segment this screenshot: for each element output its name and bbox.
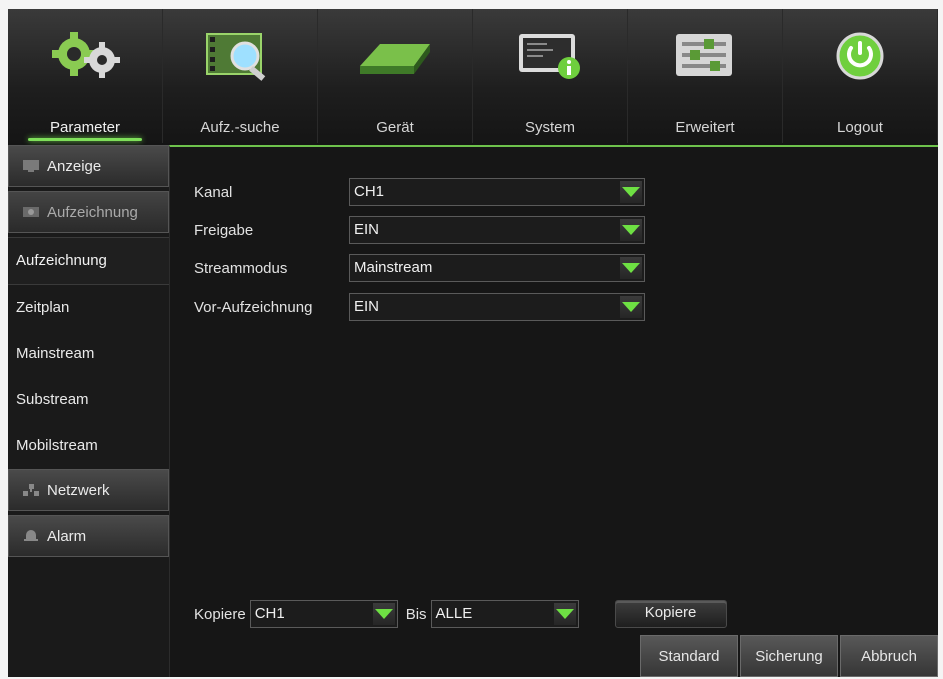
freigabe-row: Freigabe EIN <box>194 215 645 245</box>
sidebar-section-label: Anzeige <box>47 157 102 175</box>
content-panel: Kanal CH1 Freigabe EIN Streammodus Mains… <box>169 145 938 677</box>
standard-button[interactable]: Standard <box>640 635 738 677</box>
tab-label: Parameter <box>49 119 121 136</box>
sidebar-section-netzwerk[interactable]: Netzwerk <box>8 469 169 511</box>
chevron-down-icon[interactable] <box>372 603 395 625</box>
copy-row: Kopiere CH1 Bis ALLE Kopiere <box>194 599 727 629</box>
streammodus-row: Streammodus Mainstream <box>194 253 645 283</box>
chevron-down-icon[interactable] <box>620 219 642 241</box>
tab-erweitert[interactable]: Erweitert <box>628 9 783 143</box>
sidebar-item-substream[interactable]: Substream <box>8 377 169 423</box>
streammodus-select[interactable]: Mainstream <box>349 254 645 282</box>
chevron-down-icon[interactable] <box>620 181 642 203</box>
kanal-value: CH1 <box>354 183 385 200</box>
tab-label: System <box>524 119 575 136</box>
tab-geraet[interactable]: Gerät <box>318 9 473 143</box>
sidebar-section-label: Aufzeichnung <box>47 203 138 221</box>
vor-aufzeichnung-value: EIN <box>354 298 380 315</box>
streammodus-value: Mainstream <box>354 259 433 276</box>
copy-label: Kopiere <box>194 605 246 623</box>
vor-aufzeichnung-label: Vor-Aufzeichnung <box>194 298 313 316</box>
freigabe-select[interactable]: EIN <box>349 216 645 244</box>
kanal-label: Kanal <box>194 183 233 201</box>
vor-aufzeichnung-row: Vor-Aufzeichnung EIN <box>194 292 645 322</box>
sidebar-item-mobilstream[interactable]: Mobilstream <box>8 423 169 469</box>
monitor-icon <box>23 160 39 172</box>
copy-to-value: ALLE <box>435 605 473 622</box>
sidebar: Anzeige Aufzeichnung Aufzeichnung Zeitpl… <box>8 145 169 677</box>
power-icon <box>821 21 899 91</box>
hard-drive-icon <box>356 21 434 91</box>
tab-label: Logout <box>837 119 883 136</box>
abbruch-button[interactable]: Abbruch <box>840 635 938 677</box>
tab-parameter[interactable]: Parameter <box>8 9 163 143</box>
chevron-down-icon[interactable] <box>620 296 642 318</box>
copy-from-select[interactable]: CH1 <box>249 600 398 628</box>
tab-label: Aufz.-suche <box>200 119 280 136</box>
sidebar-item-mainstream[interactable]: Mainstream <box>8 331 169 377</box>
sidebar-section-anzeige[interactable]: Anzeige <box>8 145 169 187</box>
sidebar-section-alarm[interactable]: Alarm <box>8 515 169 557</box>
network-icon <box>23 484 39 496</box>
sidebar-section-label: Netzwerk <box>47 481 110 499</box>
copy-to-label: Bis <box>405 605 427 623</box>
chevron-down-icon[interactable] <box>553 603 576 625</box>
tab-logout[interactable]: Logout <box>783 9 938 143</box>
record-icon <box>23 207 39 217</box>
freigabe-value: EIN <box>354 221 380 238</box>
sidebar-item-aufzeichnung[interactable]: Aufzeichnung <box>8 237 169 285</box>
dvr-screen: Parameter Aufz.-suche Gerät System Erwei… <box>8 9 938 677</box>
freigabe-label: Freigabe <box>194 221 254 239</box>
copy-from-value: CH1 <box>254 605 285 622</box>
sidebar-item-zeitplan[interactable]: Zeitplan <box>8 285 169 331</box>
bell-icon <box>24 530 38 541</box>
chevron-down-icon[interactable] <box>620 257 642 279</box>
tab-aufz-suche[interactable]: Aufz.-suche <box>163 9 318 143</box>
sliders-icon <box>666 21 744 91</box>
sidebar-section-aufzeichnung[interactable]: Aufzeichnung <box>8 191 169 233</box>
copy-button[interactable]: Kopiere <box>614 600 727 628</box>
sicherung-button[interactable]: Sicherung <box>740 635 838 677</box>
bottom-buttons: Standard Sicherung Abbruch <box>638 635 938 677</box>
kanal-select[interactable]: CH1 <box>349 178 645 206</box>
vor-aufzeichnung-select[interactable]: EIN <box>349 293 645 321</box>
sidebar-section-label: Alarm <box>47 527 87 545</box>
tab-system[interactable]: System <box>473 9 628 143</box>
top-navigation: Parameter Aufz.-suche Gerät System Erwei… <box>8 9 938 143</box>
gears-icon <box>46 21 124 91</box>
tab-label: Erweitert <box>675 119 735 136</box>
film-search-icon <box>201 21 279 91</box>
tab-label: Gerät <box>376 119 414 136</box>
kanal-row: Kanal CH1 <box>194 177 645 207</box>
streammodus-label: Streammodus <box>194 259 288 277</box>
monitor-info-icon <box>511 21 589 91</box>
copy-to-select[interactable]: ALLE <box>430 600 579 628</box>
